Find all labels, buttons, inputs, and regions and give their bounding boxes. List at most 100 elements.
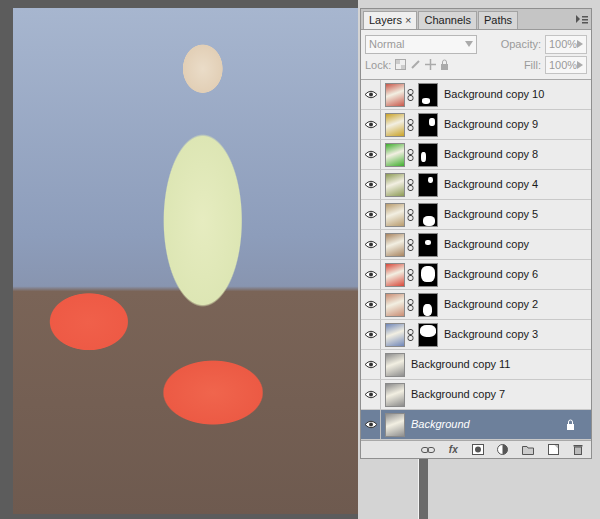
eye-icon[interactable] [364, 210, 378, 219]
layer-row[interactable]: Background copy 3 [361, 320, 591, 350]
eye-icon[interactable] [364, 180, 378, 189]
link-layers-icon[interactable] [421, 445, 435, 455]
close-tab-button[interactable]: × [405, 14, 411, 27]
layer-name[interactable]: Background copy [444, 236, 529, 253]
eye-icon[interactable] [364, 240, 378, 249]
layer-name[interactable]: Background copy 4 [444, 176, 538, 193]
add-mask-icon[interactable] [472, 444, 484, 455]
lock-transparent-icon[interactable] [395, 59, 406, 70]
link-chain-icon[interactable] [407, 239, 416, 251]
link-chain-icon[interactable] [407, 149, 416, 161]
layer-row[interactable]: Background copy 8 [361, 140, 591, 170]
layer-name[interactable]: Background copy 7 [411, 386, 505, 403]
eye-icon[interactable] [364, 120, 378, 129]
link-chain-icon[interactable] [407, 119, 416, 131]
layer-mask-thumbnail[interactable] [418, 113, 438, 137]
visibility-toggle[interactable] [361, 260, 381, 289]
layer-name[interactable]: Background [411, 416, 470, 433]
layer-row[interactable]: Background copy 4 [361, 170, 591, 200]
link-chain-icon[interactable] [407, 269, 416, 281]
fill-value[interactable]: 100% [549, 57, 577, 74]
visibility-toggle[interactable] [361, 320, 381, 349]
blend-mode-dropdown[interactable]: Normal [365, 35, 477, 54]
layer-mask-thumbnail[interactable] [418, 293, 438, 317]
layer-name[interactable]: Background copy 2 [444, 296, 538, 313]
visibility-toggle[interactable] [361, 410, 381, 439]
visibility-toggle[interactable] [361, 170, 381, 199]
visibility-toggle[interactable] [361, 290, 381, 319]
photo-canvas[interactable] [13, 8, 358, 514]
layer-mask-thumbnail[interactable] [418, 263, 438, 287]
opacity-label: Opacity: [501, 36, 541, 53]
layer-row[interactable]: Background [361, 410, 591, 440]
layer-row[interactable]: Background copy 2 [361, 290, 591, 320]
panel-tab[interactable]: Layers× [363, 11, 417, 29]
eye-icon[interactable] [364, 270, 378, 279]
opacity-field[interactable]: 100% [545, 35, 587, 54]
layer-row[interactable]: Background copy 11 [361, 350, 591, 380]
opacity-value[interactable]: 100% [549, 36, 577, 53]
layer-name[interactable]: Background copy 10 [444, 86, 544, 103]
layer-thumbnail [385, 113, 405, 137]
eye-icon[interactable] [364, 90, 378, 99]
layer-row[interactable]: Background copy 6 [361, 260, 591, 290]
layer-mask-thumbnail[interactable] [418, 173, 438, 197]
opacity-slider-icon[interactable] [577, 40, 583, 48]
layer-row[interactable]: Background copy 9 [361, 110, 591, 140]
visibility-toggle[interactable] [361, 110, 381, 139]
lock-icon [566, 419, 575, 430]
layer-mask-thumbnail[interactable] [418, 83, 438, 107]
lock-all-icon[interactable] [440, 59, 449, 70]
tab-label[interactable]: Layers [369, 14, 402, 27]
tab-label[interactable]: Channels [424, 14, 470, 27]
link-chain-icon[interactable] [407, 179, 416, 191]
eye-icon[interactable] [364, 390, 378, 399]
layer-row[interactable]: Background copy [361, 230, 591, 260]
visibility-toggle[interactable] [361, 230, 381, 259]
layer-thumbnail [385, 353, 405, 377]
visibility-toggle[interactable] [361, 380, 381, 409]
layer-name[interactable]: Background copy 3 [444, 326, 538, 343]
eye-icon[interactable] [364, 150, 378, 159]
eye-icon[interactable] [364, 330, 378, 339]
layer-row[interactable]: Background copy 10 [361, 80, 591, 110]
layer-row[interactable]: Background copy 5 [361, 200, 591, 230]
link-chain-icon[interactable] [407, 89, 416, 101]
trash-icon[interactable] [573, 444, 583, 455]
layer-name[interactable]: Background copy 9 [444, 116, 538, 133]
panel-menu-icon[interactable] [575, 13, 589, 25]
layer-mask-thumbnail[interactable] [418, 203, 438, 227]
visibility-toggle[interactable] [361, 140, 381, 169]
layer-name[interactable]: Background copy 5 [444, 206, 538, 223]
layer-name[interactable]: Background copy 11 [411, 356, 510, 373]
new-layer-icon[interactable] [548, 444, 559, 455]
blend-mode-value[interactable]: Normal [369, 36, 404, 53]
lock-position-icon[interactable] [425, 59, 436, 70]
fill-field[interactable]: 100% [545, 56, 587, 75]
link-chain-icon[interactable] [407, 329, 416, 341]
fill-slider-icon[interactable] [577, 61, 583, 69]
eye-icon[interactable] [364, 420, 378, 429]
link-chain-icon[interactable] [407, 209, 416, 221]
dropdown-arrow-icon[interactable] [465, 41, 473, 47]
scrollbar[interactable] [418, 459, 428, 519]
layer-style-button[interactable]: fx [449, 442, 458, 457]
visibility-toggle[interactable] [361, 200, 381, 229]
tab-label[interactable]: Paths [484, 14, 512, 27]
panel-tab[interactable]: Paths [478, 11, 518, 29]
visibility-toggle[interactable] [361, 80, 381, 109]
adjustment-layer-icon[interactable] [497, 444, 508, 455]
layer-mask-thumbnail[interactable] [418, 143, 438, 167]
layer-name[interactable]: Background copy 8 [444, 146, 538, 163]
link-chain-icon[interactable] [407, 299, 416, 311]
new-group-icon[interactable] [522, 445, 534, 455]
layer-name[interactable]: Background copy 6 [444, 266, 538, 283]
panel-tab[interactable]: Channels [418, 11, 476, 29]
visibility-toggle[interactable] [361, 350, 381, 379]
layer-mask-thumbnail[interactable] [418, 323, 438, 347]
layer-mask-thumbnail[interactable] [418, 233, 438, 257]
layer-row[interactable]: Background copy 7 [361, 380, 591, 410]
lock-pixels-icon[interactable] [410, 59, 421, 70]
eye-icon[interactable] [364, 360, 378, 369]
eye-icon[interactable] [364, 300, 378, 309]
